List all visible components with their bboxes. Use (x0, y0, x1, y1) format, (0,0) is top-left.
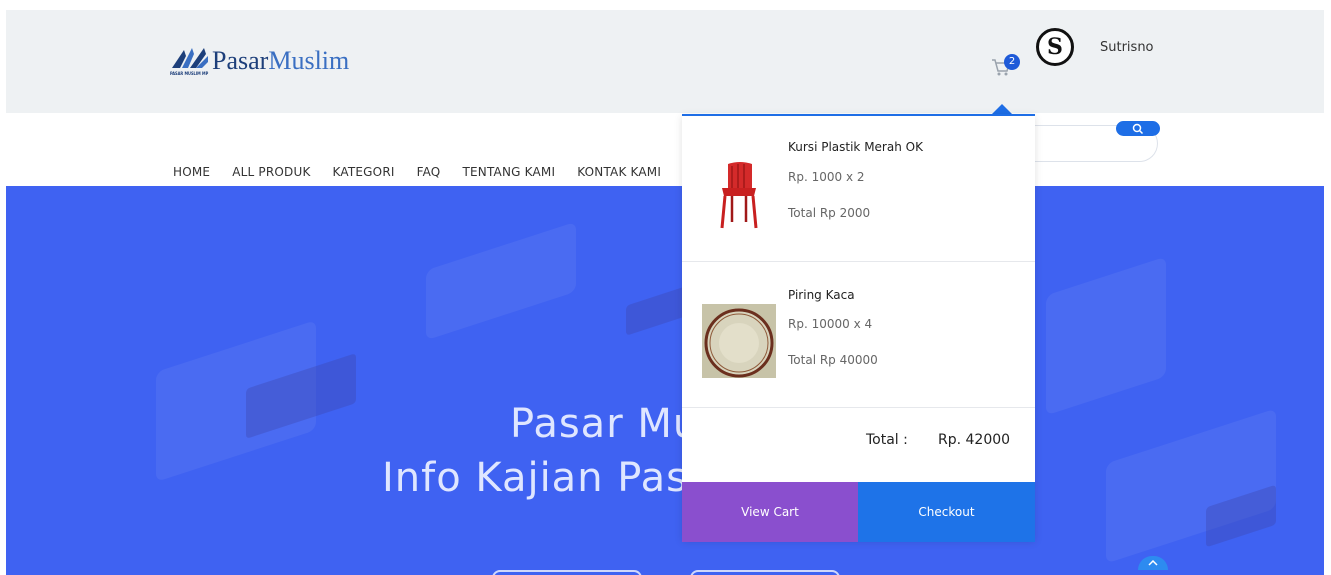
hero-subtitle: Info Kajian Pasar (382, 455, 731, 501)
chevron-up-icon (1148, 560, 1158, 566)
item-name[interactable]: Piring Kaca (788, 288, 855, 302)
logo-text-part2: Muslim (268, 46, 350, 75)
glass-plate-image (702, 304, 776, 378)
item-total: Total Rp 2000 (788, 206, 871, 220)
hero-button-1[interactable] (492, 570, 642, 575)
search-button[interactable] (1116, 121, 1160, 136)
item-total: Total Rp 40000 (788, 353, 878, 367)
logo-mark-icon: PASAR MUSLIM MP (170, 42, 210, 76)
main-nav: HOME ALL PRODUK KATEGORI FAQ TENTANG KAM… (173, 165, 683, 179)
nav-item-kontak-kami[interactable]: KONTAK KAMI (577, 165, 661, 179)
logo-text: PasarMuslim (212, 46, 349, 76)
cart-item: Kursi Plastik Merah OK Rp. 1000 x 2 Tota… (682, 116, 1035, 262)
dropdown-caret (992, 104, 1012, 114)
hero-decoration (426, 221, 576, 341)
hero-button-2[interactable] (690, 570, 840, 575)
item-price: Rp. 1000 x 2 (788, 170, 865, 184)
avatar[interactable]: S (1036, 28, 1074, 66)
red-chair-image (702, 158, 776, 232)
username[interactable]: Sutrisno (1100, 40, 1154, 55)
grand-total-label: Total : (866, 432, 908, 448)
hero-decoration (1046, 256, 1166, 416)
hero-banner (6, 186, 1324, 575)
view-cart-button[interactable]: View Cart (682, 482, 858, 542)
nav-item-faq[interactable]: FAQ (417, 165, 441, 179)
nav-item-home[interactable]: HOME (173, 165, 210, 179)
hero-decoration (1106, 408, 1276, 564)
cart-count-badge: 2 (1004, 54, 1020, 70)
item-price: Rp. 10000 x 4 (788, 317, 873, 331)
nav-item-all-produk[interactable]: ALL PRODUK (232, 165, 310, 179)
cart-grand-total: Total : Rp. 42000 (682, 408, 1035, 482)
hero-decoration (626, 286, 686, 336)
logo-subtitle: PASAR MUSLIM MP (170, 71, 209, 76)
page: PASAR MUSLIM MP PasarMuslim 2 S Sutrisno… (0, 0, 1331, 575)
cart-item: Piring Kaca Rp. 10000 x 4 Total Rp 40000 (682, 262, 1035, 408)
item-name[interactable]: Kursi Plastik Merah OK (788, 140, 923, 154)
site-logo[interactable]: PASAR MUSLIM MP PasarMuslim (170, 42, 349, 76)
search-icon (1132, 123, 1144, 134)
cart-dropdown: Kursi Plastik Merah OK Rp. 1000 x 2 Tota… (682, 114, 1035, 542)
checkout-button[interactable]: Checkout (858, 482, 1035, 542)
nav-item-tentang-kami[interactable]: TENTANG KAMI (462, 165, 555, 179)
nav-item-kategori[interactable]: KATEGORI (333, 165, 395, 179)
grand-total-value: Rp. 42000 (938, 432, 1011, 448)
logo-text-part1: Pasar (212, 46, 269, 75)
